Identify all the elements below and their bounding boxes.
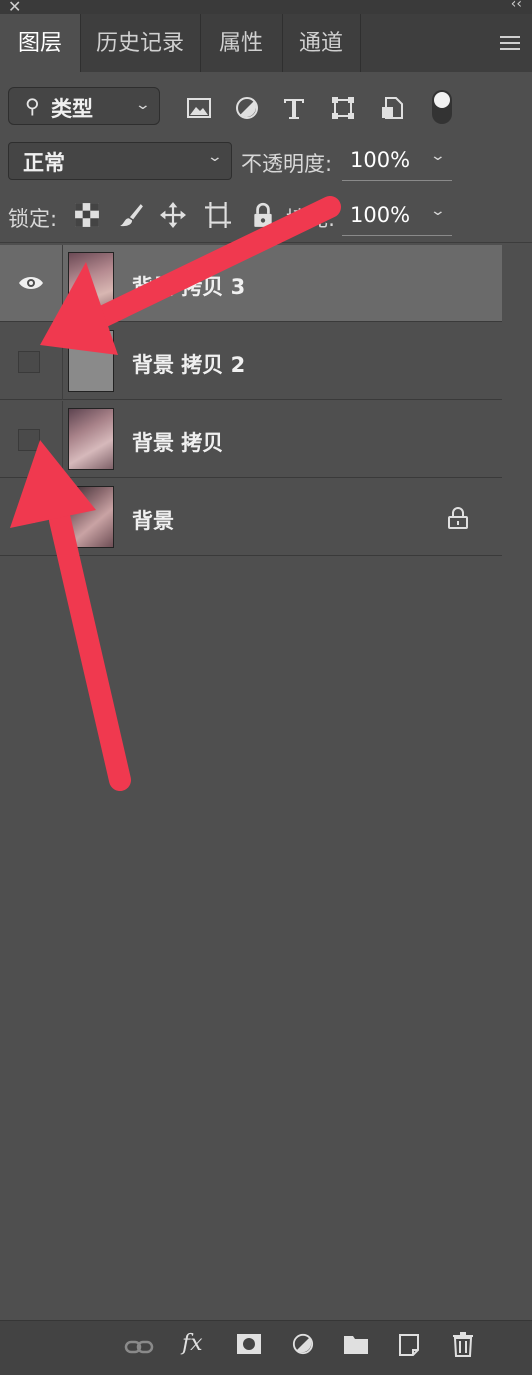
layer-row-background-copy-3[interactable]: 背景 拷贝 3 bbox=[0, 245, 502, 322]
blend-mode-select[interactable]: 正常 ⌄ bbox=[8, 142, 232, 180]
tab-history[interactable]: 历史记录 bbox=[80, 14, 201, 72]
search-icon: ⚲ bbox=[25, 94, 40, 118]
lock-artboard-icon[interactable] bbox=[205, 202, 231, 228]
delete-layer-trash-icon[interactable] bbox=[452, 1331, 474, 1357]
layer-row-background-copy[interactable]: 背景 拷贝 bbox=[0, 401, 502, 478]
lock-all-icon[interactable] bbox=[250, 202, 276, 228]
chevron-down-icon: ⌄ bbox=[206, 149, 224, 165]
lock-position-icon[interactable] bbox=[160, 202, 186, 228]
layer-row-background[interactable]: 背景 bbox=[0, 479, 502, 556]
opacity-underline bbox=[342, 180, 452, 181]
layer-row-background-copy-2[interactable]: 背景 拷贝 2 bbox=[0, 323, 502, 400]
collapse-panel-icon[interactable]: ‹‹ bbox=[511, 0, 522, 12]
blend-row: 正常 ⌄ 不透明度: 100% ⌄ bbox=[0, 136, 532, 186]
hidden-visibility-box bbox=[18, 351, 40, 373]
smart-object-filter-icon[interactable] bbox=[380, 96, 404, 120]
layer-visibility-toggle[interactable] bbox=[0, 323, 63, 400]
lock-row: 锁定: 填充: 100% ⌄ bbox=[0, 190, 532, 243]
tab-layers[interactable]: 图层 bbox=[0, 14, 81, 72]
lock-label: 锁定: bbox=[8, 207, 58, 231]
type-filter-icon[interactable] bbox=[282, 96, 306, 120]
layer-visibility-toggle[interactable] bbox=[0, 479, 63, 556]
new-layer-icon[interactable] bbox=[398, 1333, 420, 1357]
tab-channels[interactable]: 通道 bbox=[282, 14, 361, 72]
filter-toggle[interactable] bbox=[432, 90, 452, 124]
opacity-label: 不透明度: bbox=[241, 152, 333, 176]
new-group-folder-icon[interactable] bbox=[343, 1333, 369, 1355]
hidden-visibility-box bbox=[18, 429, 40, 451]
layer-name[interactable]: 背景 拷贝 2 bbox=[132, 349, 245, 379]
layer-name[interactable]: 背景 拷贝 bbox=[132, 427, 223, 457]
add-mask-icon[interactable] bbox=[236, 1333, 262, 1355]
image-filter-icon[interactable] bbox=[187, 96, 211, 120]
fill-label: 填充: bbox=[286, 207, 336, 231]
lock-transparent-pixels-icon[interactable] bbox=[74, 202, 100, 228]
layer-thumbnail[interactable] bbox=[68, 330, 114, 392]
link-layers-icon[interactable] bbox=[124, 1337, 154, 1357]
tab-properties[interactable]: 属性 bbox=[200, 14, 283, 72]
fill-dropdown-icon[interactable]: ⌄ bbox=[430, 203, 446, 219]
layers-bottom-toolbar: fx bbox=[0, 1320, 532, 1375]
new-adjustment-layer-icon[interactable] bbox=[292, 1333, 314, 1355]
filter-kind-label: 类型 bbox=[51, 97, 93, 121]
shape-filter-icon[interactable] bbox=[331, 96, 355, 120]
eye-icon bbox=[19, 511, 43, 523]
panel-tabs: 图层 历史记录 属性 通道 bbox=[0, 14, 532, 72]
opacity-value[interactable]: 100% bbox=[350, 148, 410, 172]
panel-top-strip: ✕ ‹‹ bbox=[0, 0, 532, 16]
layer-thumbnail[interactable] bbox=[68, 252, 114, 314]
filter-row: ⚲ 类型 ⌄ bbox=[0, 80, 532, 134]
opacity-dropdown-icon[interactable]: ⌄ bbox=[430, 148, 446, 164]
layer-thumbnail[interactable] bbox=[68, 486, 114, 548]
adjustment-filter-icon[interactable] bbox=[235, 96, 259, 120]
fill-value[interactable]: 100% bbox=[350, 203, 410, 227]
chevron-down-icon: ⌄ bbox=[134, 97, 152, 113]
layer-style-fx-icon[interactable]: fx bbox=[182, 1331, 203, 1356]
eye-icon bbox=[19, 277, 43, 289]
layer-name[interactable]: 背景 拷贝 3 bbox=[132, 271, 245, 301]
layer-name[interactable]: 背景 bbox=[132, 505, 174, 535]
blend-mode-label: 正常 bbox=[23, 151, 65, 175]
layer-thumbnail[interactable] bbox=[68, 408, 114, 470]
lock-image-pixels-icon[interactable] bbox=[118, 202, 144, 228]
locked-layer-icon[interactable] bbox=[448, 507, 468, 529]
layer-visibility-toggle[interactable] bbox=[0, 401, 63, 478]
panel-menu-icon[interactable] bbox=[500, 36, 520, 54]
filter-kind-select[interactable]: ⚲ 类型 ⌄ bbox=[8, 87, 160, 125]
layer-visibility-toggle[interactable] bbox=[0, 245, 63, 322]
fill-underline bbox=[342, 235, 452, 236]
